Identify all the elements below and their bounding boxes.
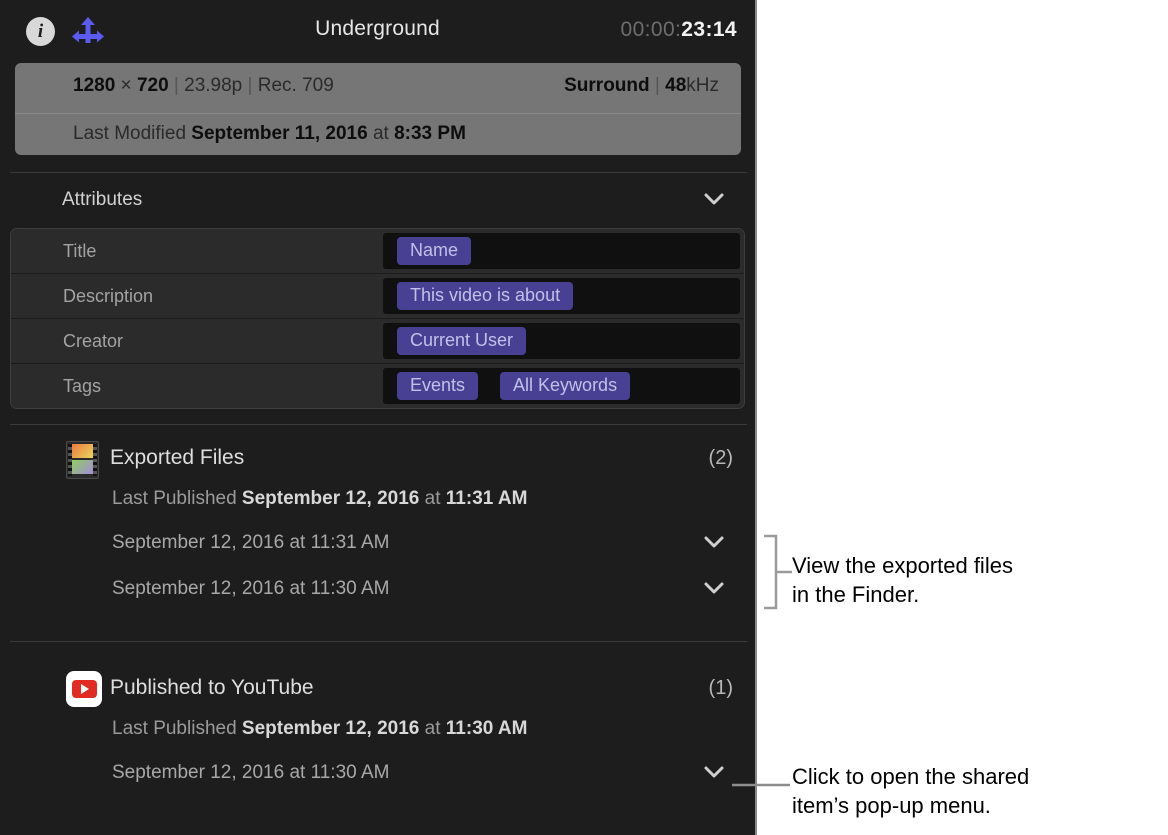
- inspector-panel: i Underground 00:00:23:14 1280 × 720 | 2…: [0, 0, 757, 835]
- last-modified-date: September 11, 2016: [191, 123, 367, 144]
- callout-line-1: View the exported files: [792, 552, 1122, 581]
- table-row[interactable]: Title Name: [11, 229, 744, 274]
- exported-files-section: Exported Files (2) Last Published Septem…: [0, 438, 757, 614]
- exported-file-label: September 12, 2016 at 11:31 AM: [112, 532, 389, 554]
- exported-files-title: Exported Files: [110, 446, 244, 470]
- attributes-table: Title Name Description This video is abo…: [10, 228, 745, 409]
- banner-row-modified: Last Modified September 11, 2016 at 8:33…: [15, 114, 741, 155]
- last-modified-label: Last Modified: [73, 123, 191, 144]
- exported-files-last-published: Last Published September 12, 2016 at 11:…: [0, 482, 757, 522]
- audio-channels: Surround: [564, 75, 650, 96]
- callout-leader-line: [732, 775, 792, 793]
- attribute-value-field[interactable]: Events All Keywords: [383, 368, 740, 404]
- exported-files-header[interactable]: Exported Files (2): [0, 438, 757, 482]
- attribute-value-field[interactable]: This video is about: [383, 278, 740, 314]
- resolution-width: 1280: [73, 75, 115, 96]
- published-youtube-last-published: Last Published September 12, 2016 at 11:…: [0, 712, 757, 752]
- divider-above-attributes: [10, 172, 747, 173]
- audio-rate-unit: kHz: [686, 75, 719, 96]
- table-row[interactable]: Description This video is about: [11, 274, 744, 319]
- resolution-times: ×: [115, 75, 137, 96]
- callout-line-1: Click to open the shared: [792, 763, 1132, 792]
- callout-text-popup-menu: Click to open the shared item’s pop-up m…: [792, 763, 1132, 820]
- last-published-at: at: [419, 718, 445, 739]
- youtube-icon: [66, 671, 102, 707]
- divider-above-exported-files: [10, 424, 747, 425]
- published-item-label: September 12, 2016 at 11:30 AM: [112, 762, 389, 784]
- token-pill[interactable]: This video is about: [397, 282, 573, 311]
- attributes-section-header[interactable]: Attributes: [0, 178, 757, 226]
- published-youtube-count: (1): [709, 677, 733, 700]
- token-pill[interactable]: Events: [397, 372, 478, 401]
- token-pill[interactable]: Name: [397, 237, 471, 266]
- timecode-prefix: 00:00:: [620, 18, 681, 41]
- token-pill[interactable]: Current User: [397, 327, 526, 356]
- filmstrip-icon: [66, 441, 99, 479]
- published-youtube-header[interactable]: Published to YouTube (1): [0, 668, 757, 712]
- last-published-date: September 12, 2016: [242, 488, 419, 509]
- published-youtube-section: Published to YouTube (1) Last Published …: [0, 668, 757, 798]
- chevron-down-icon[interactable]: [703, 191, 725, 207]
- attribute-label: Description: [63, 286, 153, 307]
- last-modified: Last Modified September 11, 2016 at 8:33…: [73, 123, 466, 145]
- attribute-label: Creator: [63, 331, 123, 352]
- callout-text-exported-files: View the exported files in the Finder.: [792, 552, 1122, 609]
- format-sep-2: |: [242, 75, 258, 96]
- colorspace: Rec. 709: [258, 75, 334, 96]
- video-format: 1280 × 720 | 23.98p | Rec. 709: [73, 75, 334, 97]
- timecode: 00:00:23:14: [620, 18, 737, 42]
- exported-files-count: (2): [709, 447, 733, 470]
- list-item[interactable]: September 12, 2016 at 11:31 AM: [0, 522, 757, 568]
- divider-above-youtube: [10, 641, 747, 642]
- banner-row-format: 1280 × 720 | 23.98p | Rec. 709 Surround …: [15, 63, 741, 114]
- last-published-time: 11:31 AM: [446, 488, 528, 509]
- list-item[interactable]: September 12, 2016 at 11:30 AM: [0, 752, 757, 798]
- inspector-header: i Underground 00:00:23:14: [0, 0, 755, 62]
- framerate: 23.98p: [184, 75, 242, 96]
- last-modified-at: at: [368, 123, 394, 144]
- audio-rate: 48: [665, 75, 686, 96]
- timecode-value: 23:14: [681, 18, 737, 41]
- last-published-date: September 12, 2016: [242, 718, 419, 739]
- chevron-down-icon[interactable]: [703, 534, 725, 550]
- resolution-height: 720: [137, 75, 169, 96]
- published-youtube-title: Published to YouTube: [110, 676, 314, 700]
- format-sep-1: |: [169, 75, 185, 96]
- list-item[interactable]: September 12, 2016 at 11:30 AM: [0, 568, 757, 614]
- last-published-label: Last Published: [112, 488, 242, 509]
- format-sep-3: |: [650, 75, 666, 96]
- last-published-label: Last Published: [112, 718, 242, 739]
- chevron-down-icon[interactable]: [703, 580, 725, 596]
- last-published-at: at: [419, 488, 445, 509]
- callout-line-2: item’s pop-up menu.: [792, 792, 1132, 821]
- attribute-value-field[interactable]: Current User: [383, 323, 740, 359]
- table-row[interactable]: Tags Events All Keywords: [11, 364, 744, 408]
- table-row[interactable]: Creator Current User: [11, 319, 744, 364]
- attribute-label: Title: [63, 241, 96, 262]
- callout-leader-bracket: [762, 534, 794, 615]
- audio-format: Surround | 48kHz: [564, 75, 719, 97]
- media-info-banner: 1280 × 720 | 23.98p | Rec. 709 Surround …: [15, 63, 741, 155]
- last-modified-time: 8:33 PM: [394, 123, 466, 144]
- last-published-time: 11:30 AM: [446, 718, 528, 739]
- callout-line-2: in the Finder.: [792, 581, 1122, 610]
- attributes-title: Attributes: [62, 189, 142, 211]
- attribute-label: Tags: [63, 376, 101, 397]
- exported-file-label: September 12, 2016 at 11:30 AM: [112, 578, 389, 600]
- chevron-down-icon[interactable]: [703, 764, 725, 780]
- token-pill[interactable]: All Keywords: [500, 372, 630, 401]
- attribute-value-field[interactable]: Name: [383, 233, 740, 269]
